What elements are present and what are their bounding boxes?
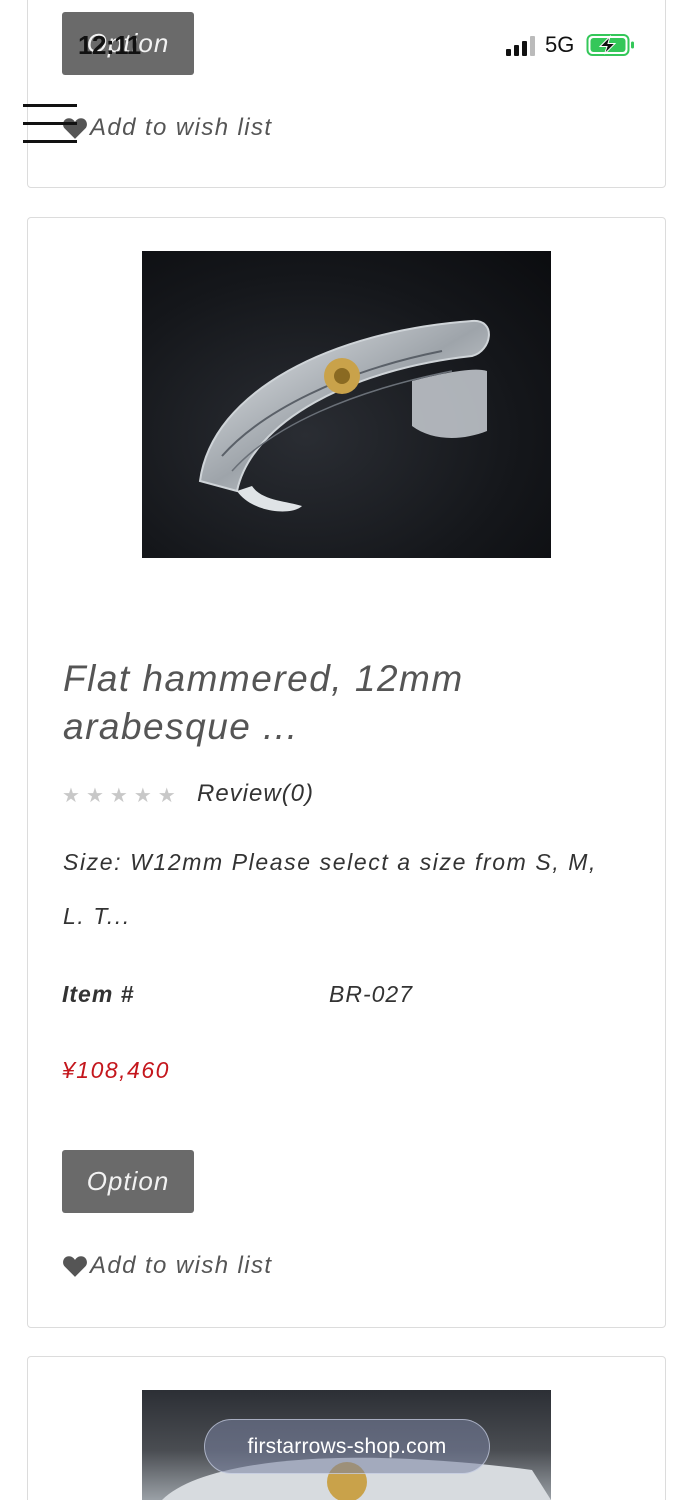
status-indicators: 5G — [506, 32, 636, 58]
wishlist-link[interactable]: Add to wish list — [62, 1252, 272, 1280]
menu-icon[interactable] — [23, 104, 77, 144]
bangle-illustration — [198, 319, 490, 512]
product-image[interactable] — [142, 251, 551, 558]
review-link[interactable]: Review(0) — [197, 780, 314, 808]
item-number-value: BR-027 — [329, 981, 413, 1007]
rating-stars: ★ ★ ★ ★ ★ — [62, 783, 176, 808]
star-icon: ★ — [109, 785, 128, 807]
product-price: ¥108,460 — [62, 1057, 170, 1083]
option-button[interactable]: Option — [62, 1150, 194, 1213]
network-type: 5G — [545, 32, 575, 57]
product-description: Size: W12mm Please select a size from S,… — [63, 849, 598, 929]
wishlist-label: Add to wish list — [90, 1252, 273, 1279]
star-icon: ★ — [133, 785, 152, 807]
status-time: 12:11 — [78, 30, 141, 60]
browser-url-bar[interactable]: firstarrows-shop.com — [204, 1419, 490, 1474]
star-icon: ★ — [62, 785, 80, 807]
wishlist-link[interactable]: Add to wish list — [62, 114, 272, 142]
signal-icon — [506, 34, 535, 56]
star-icon: ★ — [85, 785, 104, 807]
item-number-label: Item # — [62, 981, 135, 1007]
wishlist-label: Add to wish list — [90, 114, 273, 141]
star-icon: ★ — [157, 785, 176, 807]
product-title[interactable]: Flat hammered, 12mm arabesque ... — [63, 655, 623, 751]
battery-charging-icon — [586, 34, 635, 56]
heart-icon — [63, 1256, 87, 1277]
